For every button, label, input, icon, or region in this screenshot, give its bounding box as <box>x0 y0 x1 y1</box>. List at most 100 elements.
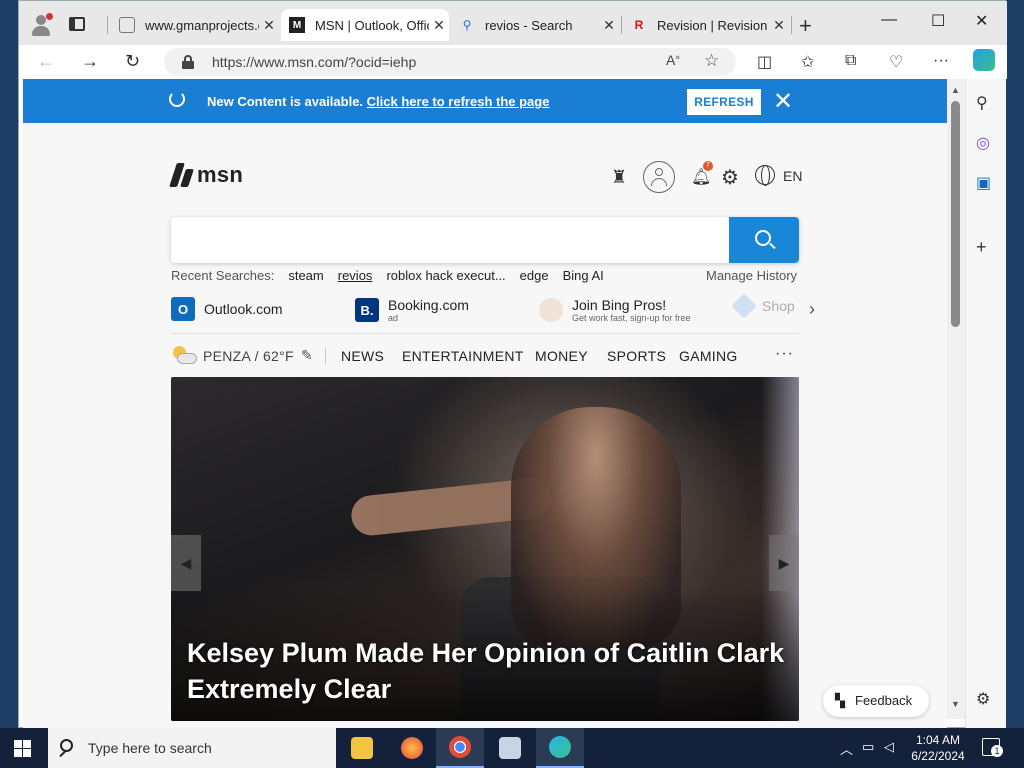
edge-sidebar: ⚲ ◎ ▣ + ⚙ <box>965 79 1006 729</box>
page-content: New Content is available. Click here to … <box>23 79 947 729</box>
chevron-right-icon[interactable]: › <box>809 299 815 320</box>
account-avatar[interactable] <box>643 161 675 193</box>
maximize-icon[interactable]: ☐ <box>931 11 945 31</box>
feedback-label: Feedback <box>855 693 913 708</box>
address-bar-row: ← → ↻ https://www.msn.com/?ocid=iehp A» … <box>19 45 1007 79</box>
read-aloud-icon[interactable]: A» <box>666 52 680 68</box>
quicklink-shop[interactable]: Shop <box>731 293 795 319</box>
forward-icon[interactable]: → <box>81 51 99 72</box>
recent-search-item[interactable]: revios <box>338 268 373 283</box>
nav-news[interactable]: NEWS <box>341 348 384 364</box>
new-tab-icon[interactable]: + <box>799 13 812 39</box>
tray-chevron-up-icon[interactable]: ︿ <box>840 739 853 758</box>
msn-logo-mark <box>171 161 193 189</box>
profile-icon[interactable] <box>29 13 53 37</box>
network-icon[interactable]: ▭ <box>862 739 874 755</box>
add-sidebar-app-icon[interactable]: + <box>976 237 987 258</box>
action-center-icon[interactable]: 1 <box>982 738 1003 757</box>
edit-pencil-icon[interactable]: ✎ <box>301 347 313 364</box>
scrollbar-thumb[interactable] <box>951 101 960 327</box>
file-explorer-icon[interactable] <box>338 728 386 768</box>
msn-logo[interactable]: msn <box>171 161 243 189</box>
refresh-link[interactable]: Click here to refresh the page <box>367 94 550 109</box>
language-globe-icon[interactable] <box>755 165 775 186</box>
ad-label: ad <box>388 313 399 323</box>
web-search-input[interactable] <box>171 217 799 263</box>
recent-search-item[interactable]: roblox hack execut... <box>386 268 505 283</box>
banner-text: New Content is available. <box>207 94 364 109</box>
windows-start-icon[interactable] <box>14 740 31 757</box>
close-icon[interactable]: ✕ <box>599 17 619 34</box>
scroll-down-icon[interactable]: ▼ <box>951 699 960 709</box>
copilot-icon[interactable] <box>973 49 995 71</box>
hero-headline[interactable]: Kelsey Plum Made Her Opinion of Caitlin … <box>187 635 787 707</box>
url-text[interactable]: https://www.msn.com/?ocid=iehp <box>212 54 416 70</box>
minimize-icon[interactable]: — <box>881 11 897 29</box>
nav-money[interactable]: MONEY <box>535 348 588 364</box>
tab-actions-icon[interactable] <box>69 17 85 31</box>
close-icon[interactable]: ✕ <box>769 17 789 34</box>
tab-msn[interactable]: M MSN | Outlook, Office ✕ <box>281 9 449 41</box>
favorite-star-icon[interactable]: ☆ <box>704 51 719 71</box>
browser-essentials-icon[interactable]: ♡ <box>889 52 903 72</box>
recent-search-item[interactable]: edge <box>520 268 549 283</box>
refresh-button[interactable]: REFRESH <box>687 89 761 115</box>
hero-story[interactable]: ◀ ▶ Kelsey Plum Made Her Opinion of Cait… <box>171 377 799 721</box>
quicklink-booking[interactable]: B. Booking.com ad <box>355 297 469 323</box>
back-icon[interactable]: ← <box>37 51 55 72</box>
carousel-next-icon[interactable]: ▶ <box>769 535 799 591</box>
split-screen-icon[interactable]: ◫ <box>757 52 772 72</box>
new-content-banner: New Content is available. Click here to … <box>23 79 947 123</box>
address-bar[interactable]: https://www.msn.com/?ocid=iehp A» ☆ <box>164 48 736 76</box>
browser-window: www.gmanprojects.com ✕ M MSN | Outlook, … <box>18 0 1007 729</box>
more-dots-icon[interactable]: ··· <box>775 345 794 363</box>
more-options-icon[interactable]: ··· <box>933 52 949 70</box>
outlook-icon: O <box>171 297 195 321</box>
quicklink-bing-pros[interactable]: Join Bing Pros! Get work fast, sign-up f… <box>539 297 691 323</box>
favorites-icon[interactable]: ✩ <box>801 52 814 72</box>
carousel-prev-icon[interactable]: ◀ <box>171 535 201 591</box>
close-window-icon[interactable]: ✕ <box>975 11 988 31</box>
clock[interactable]: 1:04 AM 6/22/2024 <box>908 732 968 764</box>
close-banner-icon[interactable]: ✕ <box>773 87 793 116</box>
nav-sports[interactable]: SPORTS <box>607 348 666 364</box>
tab-separator <box>621 16 622 34</box>
edge-icon[interactable] <box>536 728 584 768</box>
vertical-scrollbar[interactable]: ▲ ▼ <box>947 79 965 719</box>
lock-icon[interactable] <box>182 55 194 69</box>
recent-search-item[interactable]: Bing AI <box>563 268 604 283</box>
app-window-icon[interactable] <box>486 728 534 768</box>
volume-muted-icon[interactable]: ◁ <box>884 739 894 755</box>
search-icon[interactable]: ⚲ <box>976 93 988 113</box>
banner-message: New Content is available. Click here to … <box>207 94 549 109</box>
msn-icon: M <box>289 17 305 33</box>
sidebar-settings-gear-icon[interactable]: ⚙ <box>976 689 990 709</box>
weather-location[interactable]: PENZA / 62°F <box>203 348 294 364</box>
feedback-button[interactable]: ▚ Feedback <box>823 685 929 717</box>
rewards-trophy-icon[interactable]: ♜ <box>611 167 627 188</box>
nav-gaming[interactable]: GAMING <box>679 348 738 364</box>
settings-gear-icon[interactable]: ⚙ <box>721 165 739 190</box>
recent-search-item[interactable]: steam <box>288 268 323 283</box>
collections-icon[interactable]: ⧉ <box>845 52 856 70</box>
chrome-icon[interactable] <box>436 728 484 768</box>
language-label[interactable]: EN <box>783 168 802 184</box>
copilot-sidebar-icon[interactable]: ◎ <box>976 133 990 153</box>
scroll-up-icon[interactable]: ▲ <box>951 85 960 95</box>
quicklink-outlook[interactable]: O Outlook.com <box>171 297 283 321</box>
taskbar-search-box[interactable]: Type here to search <box>48 728 336 768</box>
search-button[interactable] <box>729 217 799 263</box>
tab-revios-search[interactable]: ⚲ revios - Search ✕ <box>451 9 619 41</box>
quicklink-label: Outlook.com <box>204 301 283 317</box>
notification-count: 1 <box>991 745 1003 757</box>
tab-revision[interactable]: R Revision | Revision ✕ <box>623 9 789 41</box>
nav-entertainment[interactable]: ENTERTAINMENT <box>402 348 524 364</box>
reload-icon[interactable]: ↻ <box>125 51 140 72</box>
close-icon[interactable]: ✕ <box>259 17 279 34</box>
manage-history-link[interactable]: Manage History <box>706 268 797 283</box>
tab-bar: www.gmanprojects.com ✕ M MSN | Outlook, … <box>19 1 1007 45</box>
close-icon[interactable]: ✕ <box>429 17 449 34</box>
firefox-icon[interactable] <box>388 728 436 768</box>
tab-gmanprojects[interactable]: www.gmanprojects.com ✕ <box>111 9 279 41</box>
outlook-icon[interactable]: ▣ <box>976 173 991 193</box>
